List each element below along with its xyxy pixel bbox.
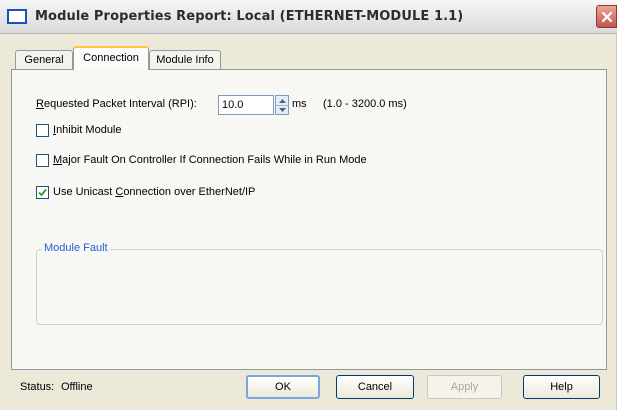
tab-module-info[interactable]: Module Info: [149, 50, 221, 70]
rpi-label-rest: equested Packet Interval (RPI):: [43, 98, 197, 110]
apply-button[interactable]: Apply: [427, 375, 502, 399]
rpi-label: Requested Packet Interval (RPI):: [36, 98, 197, 110]
window-title: Module Properties Report: Local (ETHERNE…: [35, 9, 464, 24]
tab-connection[interactable]: Connection: [73, 46, 149, 70]
rpi-units: ms: [292, 98, 307, 110]
rpi-label-accel: R: [36, 98, 44, 110]
module-properties-dialog: Module Properties Report: Local (ETHERNE…: [0, 0, 617, 410]
unicast-label-before: Use Unicast: [53, 186, 116, 198]
inhibit-module-label[interactable]: Inhibit Module: [53, 124, 122, 136]
window-icon: [7, 9, 27, 24]
major-fault-label[interactable]: Major Fault On Controller If Connection …: [53, 154, 367, 166]
ok-button[interactable]: OK: [246, 375, 320, 399]
tab-general[interactable]: General: [15, 50, 73, 70]
spin-down-icon[interactable]: [276, 105, 288, 114]
cancel-button[interactable]: Cancel: [336, 375, 414, 399]
tab-label: Module Info: [156, 54, 214, 66]
tab-label: General: [24, 54, 64, 66]
inhibit-label-rest: nhibit Module: [56, 124, 122, 136]
help-button[interactable]: Help: [523, 375, 600, 399]
module-fault-group: [36, 249, 603, 325]
module-fault-title: Module Fault: [42, 242, 110, 254]
major-fault-label-accel: M: [53, 154, 63, 166]
checkmark-icon: [38, 188, 47, 197]
rpi-range: (1.0 - 3200.0 ms): [323, 98, 407, 110]
major-fault-checkbox[interactable]: [36, 154, 49, 167]
status-label: Status:: [20, 381, 55, 393]
major-fault-label-rest: ajor Fault On Controller If Connection F…: [62, 154, 367, 166]
status-value: Offline: [61, 381, 93, 393]
rpi-spinner[interactable]: [275, 95, 289, 115]
close-button[interactable]: [596, 5, 617, 28]
unicast-connection-checkbox[interactable]: [36, 186, 49, 199]
rpi-input[interactable]: [218, 95, 274, 115]
title-bar[interactable]: Module Properties Report: Local (ETHERNE…: [0, 0, 617, 34]
close-icon: [601, 11, 613, 23]
tab-label: Connection: [83, 52, 139, 64]
inhibit-module-checkbox[interactable]: [36, 124, 49, 137]
unicast-label-after: onnection over EtherNet/IP: [123, 186, 256, 198]
unicast-connection-label[interactable]: Use Unicast Connection over EtherNet/IP: [53, 186, 255, 198]
